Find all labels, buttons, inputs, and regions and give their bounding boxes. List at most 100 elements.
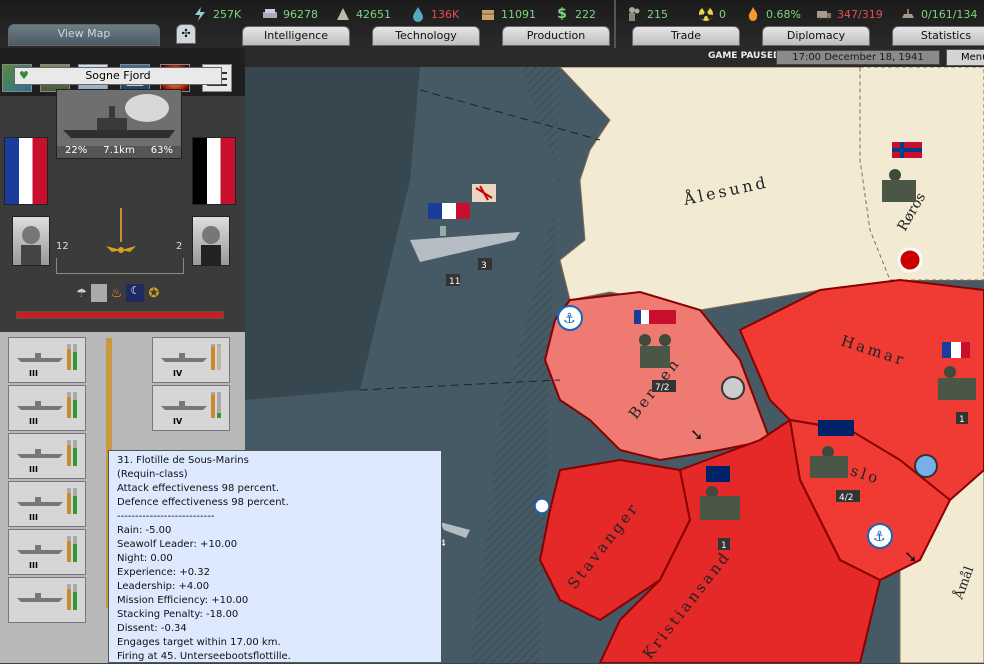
movement-arrow-icon: ➘ bbox=[904, 547, 917, 566]
money-icon: $ bbox=[557, 6, 567, 22]
money-resource[interactable]: $ 222 bbox=[554, 5, 596, 23]
attacker-leader-portrait[interactable] bbox=[12, 216, 50, 266]
metal-resource[interactable]: 96278 bbox=[262, 5, 318, 23]
port-icon[interactable] bbox=[534, 498, 550, 514]
tooltip-attack: Attack effectiveness 98 percent. bbox=[117, 483, 280, 494]
submarine-unit-card[interactable]: III bbox=[8, 481, 86, 527]
tab-view-map[interactable]: View Map bbox=[8, 24, 160, 46]
submarine-icon bbox=[17, 449, 63, 458]
defender-leader-portrait[interactable] bbox=[192, 216, 230, 266]
strength-bar bbox=[73, 488, 77, 514]
tooltip-separator: --------------------------- bbox=[117, 511, 215, 522]
combat-line bbox=[120, 208, 122, 242]
organisation-bar bbox=[67, 344, 71, 370]
attacker-percent: 22% bbox=[65, 145, 88, 156]
organisation-bar bbox=[67, 536, 71, 562]
medal-icon: ✪ bbox=[148, 285, 160, 301]
submarine-icon bbox=[161, 353, 207, 362]
combat-bracket bbox=[56, 258, 184, 274]
tooltip-modifier: Night: 0.00 bbox=[117, 553, 173, 564]
submarine-unit-card[interactable]: III bbox=[8, 433, 86, 479]
expand-icon[interactable]: ✣ bbox=[176, 24, 196, 44]
leaf-icon: ♥ bbox=[19, 69, 29, 82]
germany-flag bbox=[192, 137, 236, 205]
tooltip-unit-name: 31. Flotille de Sous-Marins bbox=[117, 455, 249, 466]
svg-text:7/2: 7/2 bbox=[655, 383, 669, 393]
unit-tooltip: 31. Flotille de Sous-Marins (Requin-clas… bbox=[108, 450, 442, 663]
manpower-resource[interactable]: 215 bbox=[626, 5, 668, 23]
leader-trait-icon bbox=[90, 284, 107, 302]
svg-text:⚓: ⚓ bbox=[873, 529, 886, 545]
divider bbox=[614, 0, 616, 48]
tooltip-unit-class: (Requin-class) bbox=[117, 469, 188, 480]
svg-text:3: 3 bbox=[481, 261, 487, 271]
tab-trade[interactable]: Trade bbox=[632, 26, 740, 46]
escort-resource[interactable]: 0/161/134 bbox=[900, 5, 977, 23]
defender-unit-count: 2 bbox=[176, 241, 183, 252]
resource-bar: 257K 96278 42651 136K 11091 $ 222 215 0 … bbox=[0, 0, 984, 48]
game-date[interactable]: 17:00 December 18, 1941 bbox=[776, 50, 940, 65]
submarine-icon bbox=[17, 353, 63, 362]
tooltip-target: Firing at 45. Unterseebootsflottille. bbox=[117, 651, 291, 662]
submarine-unit-card[interactable]: III bbox=[8, 337, 86, 383]
nuclear-icon bbox=[699, 6, 713, 21]
organisation-bar bbox=[67, 584, 71, 610]
svg-text:11: 11 bbox=[449, 277, 460, 287]
manpower-icon bbox=[629, 7, 640, 21]
night-icon: ☾ bbox=[126, 284, 145, 302]
organisation-bar bbox=[67, 392, 71, 418]
strength-bar bbox=[73, 440, 77, 466]
oil-resource[interactable]: 136K bbox=[410, 5, 459, 23]
airbase-icon[interactable] bbox=[914, 454, 938, 478]
submarine-unit-card[interactable] bbox=[8, 577, 86, 623]
submarine-unit-card[interactable]: IV bbox=[152, 385, 230, 431]
supplies-resource[interactable]: 11091 bbox=[480, 5, 536, 23]
tooltip-modifier: Dissent: -0.34 bbox=[117, 623, 187, 634]
dissent-icon bbox=[748, 7, 758, 21]
movement-arrow-icon: ➘ bbox=[690, 425, 703, 444]
tab-diplomacy[interactable]: Diplomacy bbox=[762, 26, 870, 46]
submarine-icon bbox=[17, 497, 63, 506]
airbase-icon[interactable] bbox=[721, 376, 745, 400]
svg-text:1: 1 bbox=[721, 541, 727, 551]
rare-materials-resource[interactable]: 42651 bbox=[335, 5, 391, 23]
battle-indicator[interactable] bbox=[472, 184, 496, 202]
supplies-icon bbox=[482, 10, 494, 20]
battle-image: 22% 7.1km 63% bbox=[56, 89, 182, 159]
admiral-portrait-icon bbox=[201, 226, 221, 265]
strength-bar bbox=[217, 344, 221, 370]
defender-percent: 63% bbox=[150, 145, 173, 156]
dissent-resource[interactable]: 0.68% bbox=[745, 5, 801, 23]
energy-resource[interactable]: 257K bbox=[192, 5, 241, 23]
france-flag bbox=[4, 137, 48, 205]
submarine-unit-card[interactable]: IV bbox=[152, 337, 230, 383]
tooltip-defence: Defence effectiveness 98 percent. bbox=[117, 497, 289, 508]
admiral-portrait-icon bbox=[21, 226, 41, 265]
tab-intelligence[interactable]: Intelligence bbox=[242, 26, 350, 46]
tab-production[interactable]: Production bbox=[502, 26, 610, 46]
transport-resource[interactable]: 347/319 bbox=[816, 5, 883, 23]
tab-technology[interactable]: Technology bbox=[372, 26, 480, 46]
paused-label: GAME PAUSED bbox=[708, 51, 781, 61]
strength-bar bbox=[73, 344, 77, 370]
energy-icon bbox=[195, 7, 205, 21]
menu-button[interactable]: Menu bbox=[946, 49, 984, 66]
submarine-unit-card[interactable]: III bbox=[8, 529, 86, 575]
province-roros[interactable] bbox=[859, 67, 984, 281]
submarine-icon bbox=[17, 401, 63, 410]
nuclear-resource[interactable]: 0 bbox=[698, 5, 726, 23]
oil-icon bbox=[413, 7, 423, 22]
tooltip-engagement: Engages target within 17.00 km. bbox=[117, 637, 281, 648]
organisation-bar bbox=[67, 440, 71, 466]
submarine-unit-card[interactable]: III bbox=[8, 385, 86, 431]
submarine-icon bbox=[17, 593, 63, 602]
engagement-distance: 7.1km bbox=[103, 145, 135, 156]
svg-text:4/2: 4/2 bbox=[839, 493, 853, 503]
tooltip-modifier: Mission Efficiency: +10.00 bbox=[117, 595, 249, 606]
battle-location: ♥ Sogne Fjord bbox=[14, 67, 222, 85]
tab-statistics[interactable]: Statistics bbox=[892, 26, 984, 46]
attacker-unit-count: 12 bbox=[56, 241, 69, 252]
strength-bar bbox=[73, 536, 77, 562]
tooltip-modifier: Experience: +0.32 bbox=[117, 567, 210, 578]
combat-progress-bar bbox=[16, 311, 224, 319]
